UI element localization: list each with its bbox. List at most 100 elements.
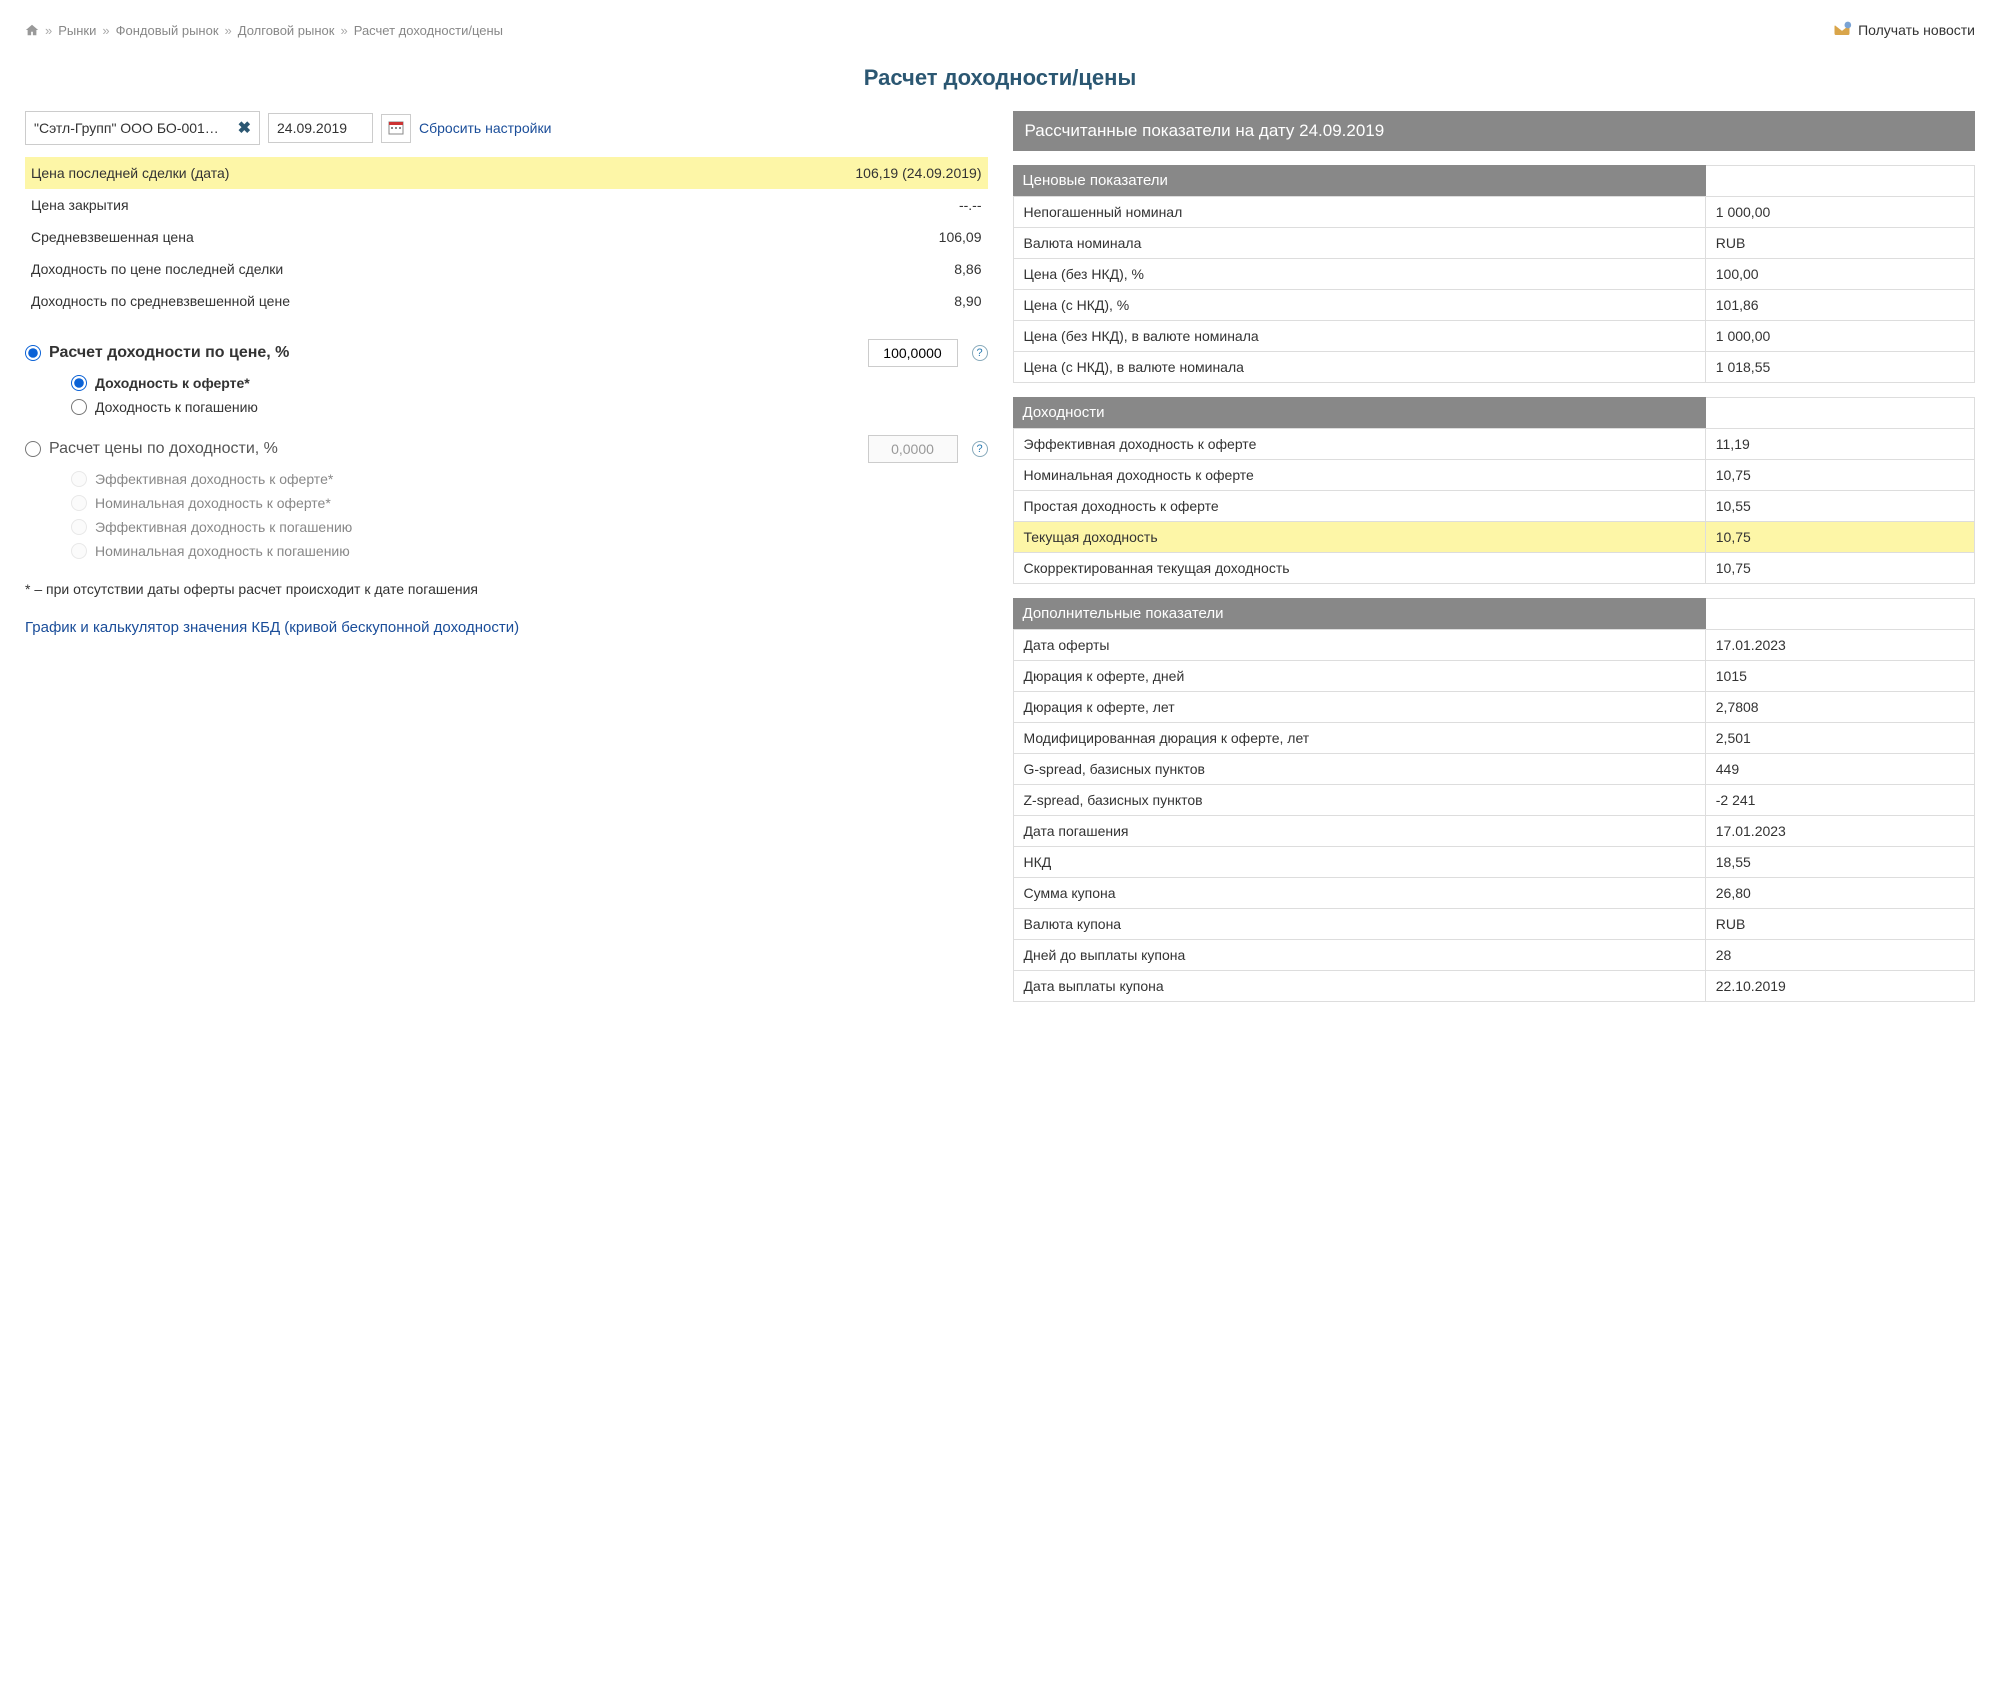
date-input[interactable]: 24.09.2019 [268, 113, 373, 143]
row-value: -2 241 [1705, 785, 1974, 816]
row-label: Простая доходность к оферте [1013, 491, 1705, 522]
table-row: Валюта купонаRUB [1013, 909, 1975, 940]
yield-to-redeem-row: Доходность к погашению [25, 395, 988, 419]
row-value: 449 [1705, 754, 1974, 785]
info-value: --.-- [663, 189, 988, 221]
row-value: 1 018,55 [1705, 352, 1974, 383]
help-icon[interactable]: ? [972, 441, 988, 457]
breadcrumb-sep: » [225, 23, 232, 38]
yield-to-redeem-label: Доходность к погашению [95, 399, 258, 415]
yield-table: Эффективная доходность к оферте11,19Номи… [1013, 428, 1976, 584]
eff-yield-offer-radio[interactable] [71, 471, 87, 487]
row-label: Дней до выплаты купона [1013, 940, 1705, 971]
table-row: Цена (с НКД), %101,86 [1013, 290, 1975, 321]
calc-by-price-label: Расчет доходности по цене, % [49, 344, 289, 362]
table-row: Дней до выплаты купона28 [1013, 940, 1975, 971]
calc-by-yield-row: Расчет цены по доходности, % ? [25, 431, 988, 467]
row-value: 10,55 [1705, 491, 1974, 522]
calc-by-yield-label: Расчет цены по доходности, % [49, 440, 278, 458]
row-value: 1 000,00 [1705, 197, 1974, 228]
header-spacer [1706, 397, 1976, 428]
table-row: Номинальная доходность к оферте10,75 [1013, 460, 1975, 491]
row-label: Скорректированная текущая доходность [1013, 553, 1705, 584]
row-value: 1015 [1705, 661, 1974, 692]
yield-to-offer-radio[interactable] [71, 375, 87, 391]
news-icon [1832, 20, 1852, 40]
row-label: Цена (без НКД), в валюте номинала [1013, 321, 1705, 352]
breadcrumb-sep: » [102, 23, 109, 38]
breadcrumb-item[interactable]: Рынки [58, 23, 96, 38]
yield-input [868, 435, 958, 463]
table-row: Текущая доходность10,75 [1013, 522, 1975, 553]
row-label: Номинальная доходность к оферте [1013, 460, 1705, 491]
row-value: 10,75 [1705, 460, 1974, 491]
price-table: Непогашенный номинал1 000,00Валюта номин… [1013, 196, 1976, 383]
breadcrumb-item[interactable]: Фондовый рынок [116, 23, 219, 38]
row-value: 1 000,00 [1705, 321, 1974, 352]
calc-by-price-row: Расчет доходности по цене, % ? [25, 335, 988, 371]
help-icon[interactable]: ? [972, 345, 988, 361]
table-row: Валюта номиналаRUB [1013, 228, 1975, 259]
row-label: Дата погашения [1013, 816, 1705, 847]
row-label: Текущая доходность [1013, 522, 1705, 553]
row-label: Дюрация к оферте, дней [1013, 661, 1705, 692]
row-label: Цена (с НКД), % [1013, 290, 1705, 321]
info-value: 106,19 (24.09.2019) [663, 157, 988, 189]
row-label: Валюта купона [1013, 909, 1705, 940]
row-label: Дюрация к оферте, лет [1013, 692, 1705, 723]
info-value: 106,09 [663, 221, 988, 253]
row-value: 26,80 [1705, 878, 1974, 909]
page-title: Расчет доходности/цены [25, 65, 1975, 91]
breadcrumb: » Рынки » Фондовый рынок » Долговой рыно… [25, 23, 503, 38]
row-value: 10,75 [1705, 522, 1974, 553]
row-label: Цена (с НКД), в валюте номинала [1013, 352, 1705, 383]
table-row: Цена (без НКД), %100,00 [1013, 259, 1975, 290]
results-header: Рассчитанные показатели на дату 24.09.20… [1013, 111, 1976, 151]
row-label: Сумма купона [1013, 878, 1705, 909]
row-value: 28 [1705, 940, 1974, 971]
info-row: Доходность по цене последней сделки8,86 [25, 253, 988, 285]
table-row: Простая доходность к оферте10,55 [1013, 491, 1975, 522]
info-row: Цена последней сделки (дата)106,19 (24.0… [25, 157, 988, 189]
nom-yield-offer-radio[interactable] [71, 495, 87, 511]
calendar-icon [388, 119, 404, 138]
row-value: 18,55 [1705, 847, 1974, 878]
row-label: G-spread, базисных пунктов [1013, 754, 1705, 785]
calendar-button[interactable] [381, 114, 411, 143]
table-row: Скорректированная текущая доходность10,7… [1013, 553, 1975, 584]
calc-by-yield-radio[interactable] [25, 441, 41, 457]
row-value: 11,19 [1705, 429, 1974, 460]
nom-yield-redeem-radio[interactable] [71, 543, 87, 559]
table-row: Дюрация к оферте, лет2,7808 [1013, 692, 1975, 723]
eff-yield-offer-row: Эффективная доходность к оферте* [25, 467, 988, 491]
eff-yield-redeem-row: Эффективная доходность к погашению [25, 515, 988, 539]
home-icon[interactable] [25, 23, 39, 37]
breadcrumb-sep: » [45, 23, 52, 38]
row-value: 22.10.2019 [1705, 971, 1974, 1002]
extra-section-header: Дополнительные показатели [1013, 598, 1706, 629]
row-value: 2,501 [1705, 723, 1974, 754]
market-info-table: Цена последней сделки (дата)106,19 (24.0… [25, 157, 988, 317]
row-value: RUB [1705, 909, 1974, 940]
info-label: Цена последней сделки (дата) [25, 157, 663, 189]
reset-link[interactable]: Сбросить настройки [419, 120, 551, 136]
breadcrumb-current: Расчет доходности/цены [354, 23, 503, 38]
row-label: Дата оферты [1013, 630, 1705, 661]
info-label: Средневзвешенная цена [25, 221, 663, 253]
calc-by-price-radio[interactable] [25, 345, 41, 361]
row-value: 10,75 [1705, 553, 1974, 584]
kbd-link[interactable]: График и калькулятор значения КБД (криво… [25, 619, 519, 636]
yield-to-redeem-radio[interactable] [71, 399, 87, 415]
price-input[interactable] [868, 339, 958, 367]
table-row: НКД18,55 [1013, 847, 1975, 878]
breadcrumb-item[interactable]: Долговой рынок [238, 23, 335, 38]
clear-instrument-icon[interactable]: ✖ [238, 118, 251, 138]
row-label: Эффективная доходность к оферте [1013, 429, 1705, 460]
nom-yield-offer-label: Номинальная доходность к оферте* [95, 495, 331, 511]
instrument-picker[interactable]: "Сэтл-Групп" ООО БО-001… ✖ [25, 111, 260, 145]
eff-yield-redeem-radio[interactable] [71, 519, 87, 535]
table-row: Цена (без НКД), в валюте номинала1 000,0… [1013, 321, 1975, 352]
news-subscribe-link[interactable]: Получать новости [1832, 20, 1975, 40]
yield-to-offer-label: Доходность к оферте* [95, 375, 250, 391]
price-section-header: Ценовые показатели [1013, 165, 1706, 196]
